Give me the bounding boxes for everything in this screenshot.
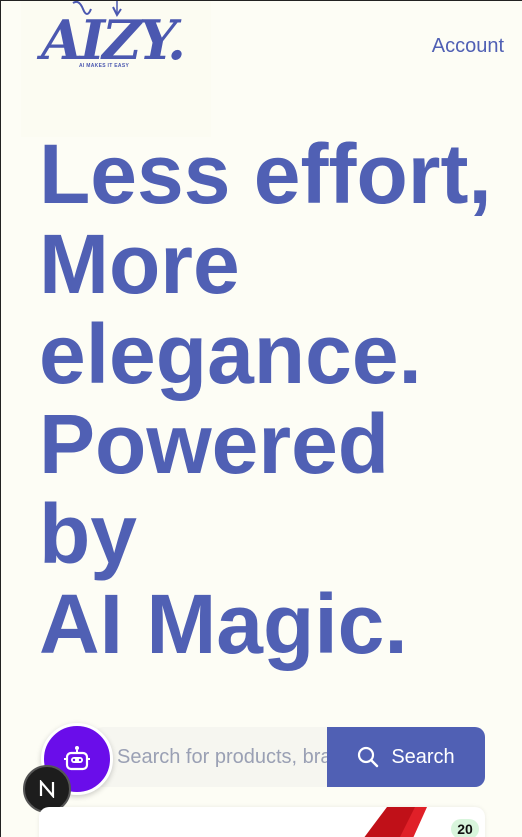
search-input[interactable] bbox=[93, 727, 327, 787]
robot-icon bbox=[64, 746, 90, 771]
nextjs-dev-indicator[interactable] bbox=[23, 765, 71, 813]
hero-heading: Less effort, More elegance. Powered by A… bbox=[39, 129, 509, 669]
nextjs-logo-icon bbox=[39, 780, 55, 798]
hero-line-6: AI Magic. bbox=[39, 577, 408, 671]
hero-line-1: Less effort, bbox=[39, 127, 492, 221]
hero-line-4: Powered bbox=[39, 397, 390, 491]
search-icon bbox=[358, 746, 379, 768]
hero-line-2: More bbox=[39, 217, 240, 311]
product-image bbox=[364, 807, 435, 837]
search-button-label: Search bbox=[391, 745, 455, 768]
count-badge: 20 bbox=[451, 819, 479, 837]
logo-wordmark[interactable]: AIZY. bbox=[41, 13, 186, 67]
search-bar: Search bbox=[93, 727, 485, 787]
hero-line-3: elegance. bbox=[39, 307, 422, 401]
product-card-peek[interactable]: 20 bbox=[39, 807, 485, 837]
logo-tagline: AI MAKES IT EASY bbox=[79, 63, 130, 69]
account-link[interactable]: Account bbox=[432, 35, 504, 58]
search-button[interactable]: Search bbox=[327, 727, 485, 787]
hero-line-5: by bbox=[39, 487, 138, 581]
